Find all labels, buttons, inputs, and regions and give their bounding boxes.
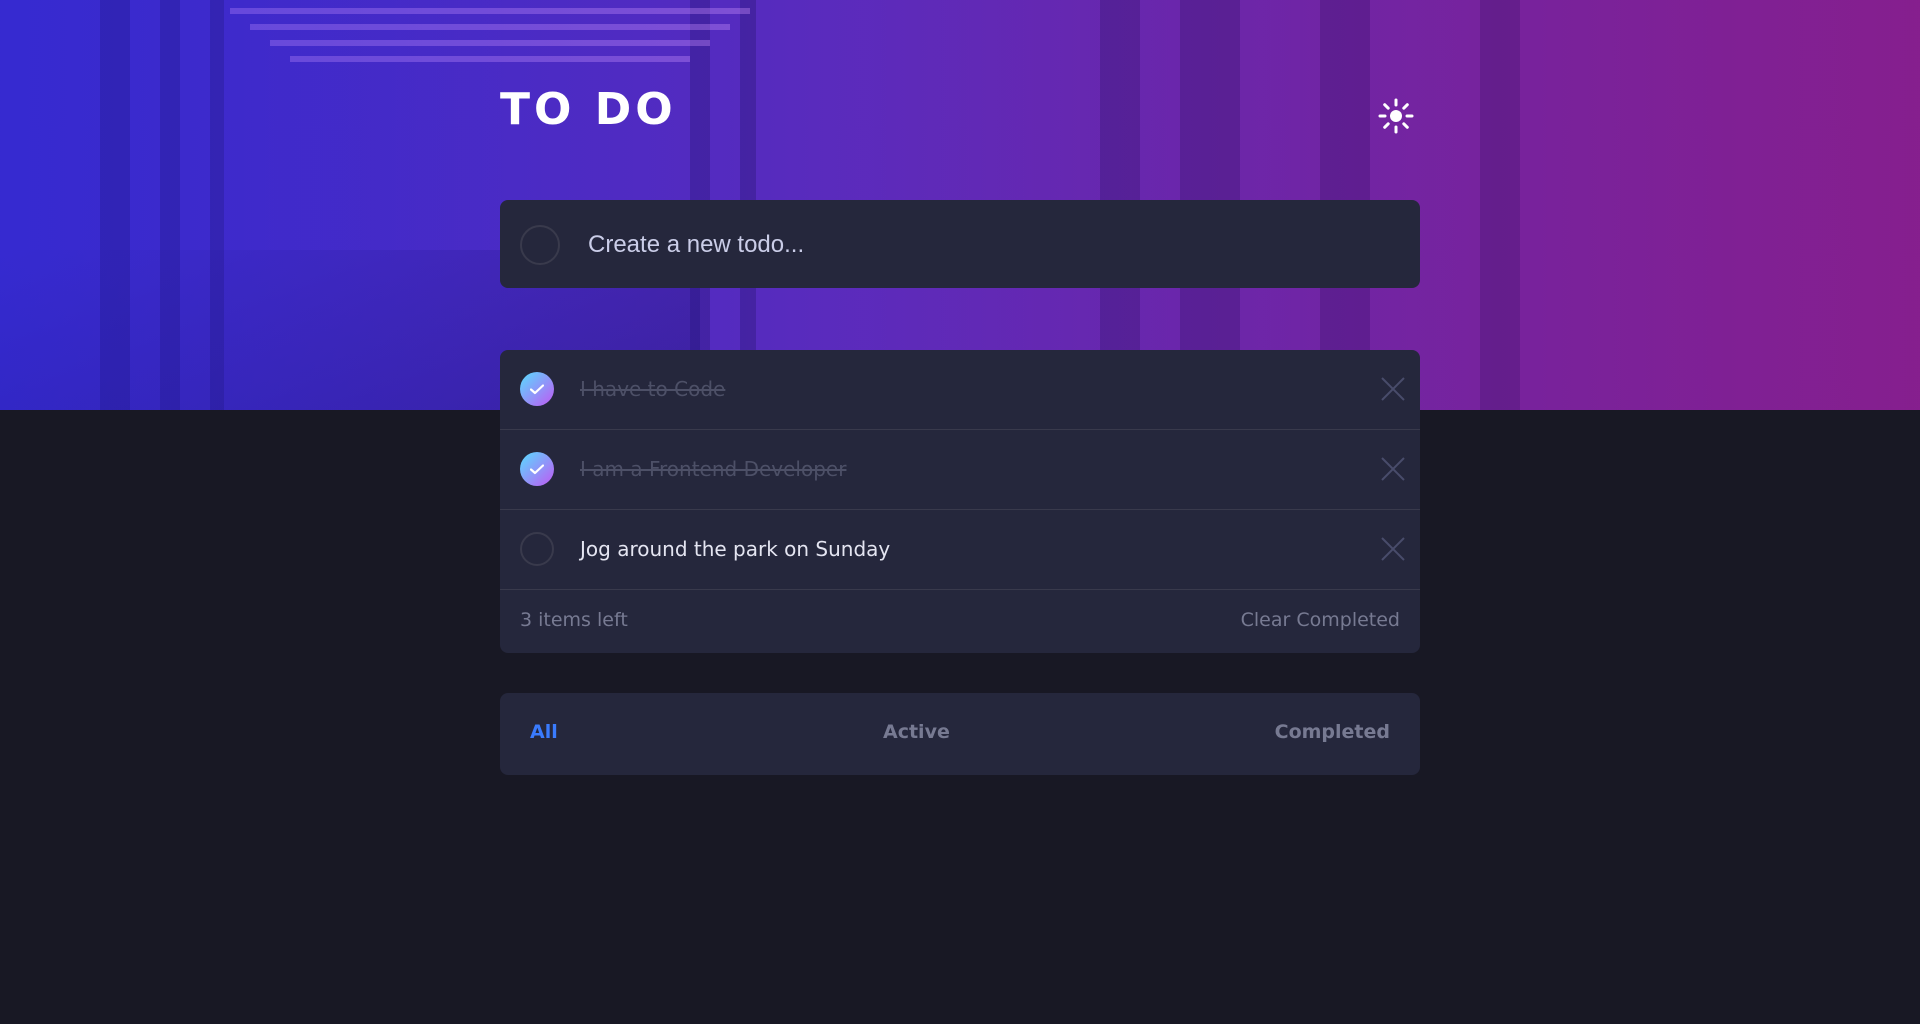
todo-text: Jog around the park on Sunday (580, 537, 891, 561)
delete-todo-button[interactable] (1380, 536, 1406, 562)
delete-todo-button[interactable] (1380, 456, 1406, 482)
new-todo-panel (500, 200, 1420, 288)
theme-toggle-button[interactable] (1376, 96, 1416, 136)
filter-all[interactable]: All (530, 721, 558, 743)
clear-completed-button[interactable]: Clear Completed (1241, 609, 1400, 631)
new-todo-input[interactable] (586, 224, 1390, 266)
list-footer: 3 items left Clear Completed (500, 590, 1420, 653)
todo-list: I have to Code I am a Frontend Developer (500, 350, 1420, 653)
filter-bar: All Active Completed (500, 693, 1420, 775)
todo-check-button[interactable] (520, 452, 554, 486)
todo-check-button[interactable] (520, 532, 554, 566)
delete-todo-button[interactable] (1380, 376, 1406, 402)
filter-completed[interactable]: Completed (1275, 721, 1390, 743)
items-left-count: 3 items left (520, 609, 628, 631)
close-icon (1381, 457, 1405, 481)
filter-active[interactable]: Active (883, 721, 950, 743)
todo-item[interactable]: Jog around the park on Sunday (500, 510, 1420, 590)
todo-item[interactable]: I have to Code (500, 350, 1420, 430)
check-icon (530, 463, 544, 474)
sun-icon (1378, 98, 1414, 134)
check-icon (530, 383, 544, 394)
todo-text: I have to Code (580, 377, 726, 401)
todo-item[interactable]: I am a Frontend Developer (500, 430, 1420, 510)
close-icon (1381, 537, 1405, 561)
todo-check-button[interactable] (520, 372, 554, 406)
new-todo-circle[interactable] (520, 225, 560, 265)
app-title: TO DO (500, 84, 677, 135)
todo-text: I am a Frontend Developer (580, 457, 847, 481)
close-icon (1381, 377, 1405, 401)
